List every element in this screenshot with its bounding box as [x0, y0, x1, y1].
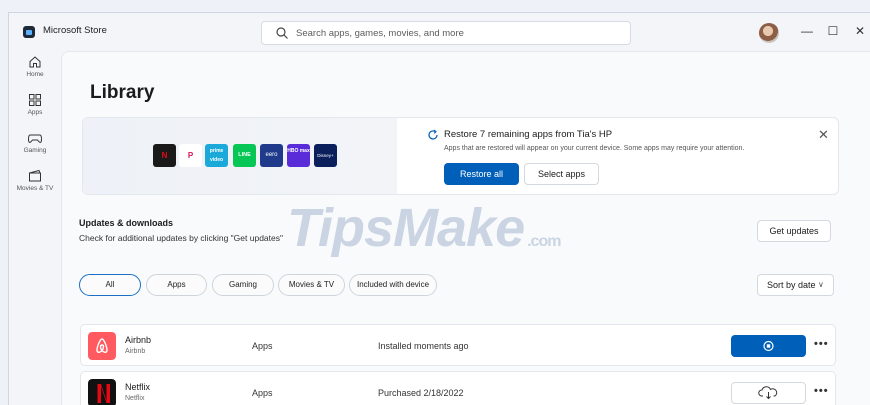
watermark-text: TipsMake	[287, 198, 525, 258]
app-publisher: Netflix	[125, 395, 145, 402]
filter-gaming[interactable]: Gaming	[212, 274, 274, 296]
hbo-max-tile-icon: HBO max	[287, 144, 310, 167]
restore-app-tiles: N P prime video LINE eero HBO max Disney…	[83, 118, 397, 194]
more-options-icon[interactable]: •••	[814, 385, 829, 397]
stop-download-button[interactable]	[731, 335, 806, 357]
watermark: TipsMake .com	[287, 197, 561, 259]
prime-video-tile-icon: prime video	[205, 144, 228, 167]
maximize-button[interactable]: ☐	[820, 21, 846, 41]
restore-heading: Restore 7 remaining apps from Tia's HP	[444, 129, 613, 140]
stop-icon	[763, 340, 774, 352]
filter-apps[interactable]: Apps	[146, 274, 207, 296]
app-title: Microsoft Store	[43, 25, 107, 36]
sidebar-item-movies[interactable]: Movies & TV	[9, 169, 61, 207]
restore-all-button[interactable]: Restore all	[444, 163, 519, 185]
chevron-down-icon: ∨	[818, 280, 824, 289]
search-input[interactable]	[296, 26, 616, 41]
line-tile-icon: LINE	[233, 144, 256, 167]
restore-card: N P prime video LINE eero HBO max Disney…	[82, 117, 839, 195]
app-category: Apps	[252, 341, 273, 351]
sidebar-item-label: Home	[26, 71, 44, 78]
filter-included-with-device[interactable]: Included with device	[349, 274, 437, 296]
minimize-button[interactable]: —	[794, 21, 820, 41]
app-publisher: Airbnb	[125, 348, 146, 355]
app-name: Netflix	[125, 382, 151, 392]
app-name: Airbnb	[125, 335, 152, 345]
sidebar-item-apps[interactable]: Apps	[9, 93, 61, 131]
sidebar-item-label: Movies & TV	[16, 185, 54, 192]
home-icon	[29, 56, 41, 68]
filter-movies-tv[interactable]: Movies & TV	[278, 274, 345, 296]
netflix-logo-icon	[88, 379, 116, 405]
main-content: Library N P prime video LINE eero HBO ma…	[61, 51, 870, 405]
store-icon	[23, 26, 35, 38]
filter-all[interactable]: All	[79, 274, 141, 296]
sidebar-item-label: Apps	[27, 109, 43, 116]
app-category: Apps	[252, 388, 273, 398]
download-button[interactable]	[731, 382, 806, 404]
sidebar-item-label: Gaming	[23, 147, 47, 154]
more-options-icon[interactable]: •••	[814, 338, 829, 350]
select-apps-button[interactable]: Select apps	[524, 163, 599, 185]
watermark-suffix: .com	[527, 233, 561, 250]
apps-icon	[29, 94, 41, 106]
netflix-tile-icon: N	[153, 144, 176, 167]
sort-label: Sort by date	[767, 280, 816, 290]
table-row[interactable]: Netflix Netflix Apps Purchased 2/18/2022…	[80, 371, 836, 405]
app-window: Microsoft Store — ☐ ✕ Home	[8, 12, 870, 405]
avatar[interactable]	[759, 23, 779, 43]
sync-icon	[428, 129, 438, 140]
updates-subtitle: Check for additional updates by clicking…	[79, 233, 284, 243]
sidebar-item-home[interactable]: Home	[9, 55, 61, 93]
updates-heading: Updates & downloads	[79, 218, 174, 228]
sidebar: Home Apps Gaming Movies & TV	[9, 51, 61, 405]
cloud-download-icon	[758, 386, 778, 400]
title-bar: Microsoft Store — ☐ ✕	[9, 13, 870, 51]
sidebar-item-gaming[interactable]: Gaming	[9, 131, 61, 169]
close-icon[interactable]: ✕	[818, 127, 829, 143]
gaming-icon	[27, 134, 43, 143]
restore-description: Apps that are restored will appear on yo…	[444, 145, 745, 152]
movies-icon	[29, 169, 41, 182]
disney-plus-tile-icon: Disney+	[314, 144, 337, 167]
picsart-tile-icon: P	[179, 144, 202, 167]
sort-dropdown[interactable]: Sort by date ∨	[757, 274, 834, 296]
airbnb-logo-icon	[88, 332, 116, 360]
eero-tile-icon: eero	[260, 144, 283, 167]
app-status: Installed moments ago	[378, 341, 469, 351]
table-row[interactable]: Airbnb Airbnb Apps Installed moments ago…	[80, 324, 836, 366]
app-status: Purchased 2/18/2022	[378, 388, 464, 398]
search-icon	[276, 27, 288, 39]
get-updates-button[interactable]: Get updates	[757, 220, 831, 242]
close-window-button[interactable]: ✕	[847, 21, 870, 41]
search-box[interactable]	[261, 21, 631, 45]
page-title: Library	[90, 82, 155, 103]
